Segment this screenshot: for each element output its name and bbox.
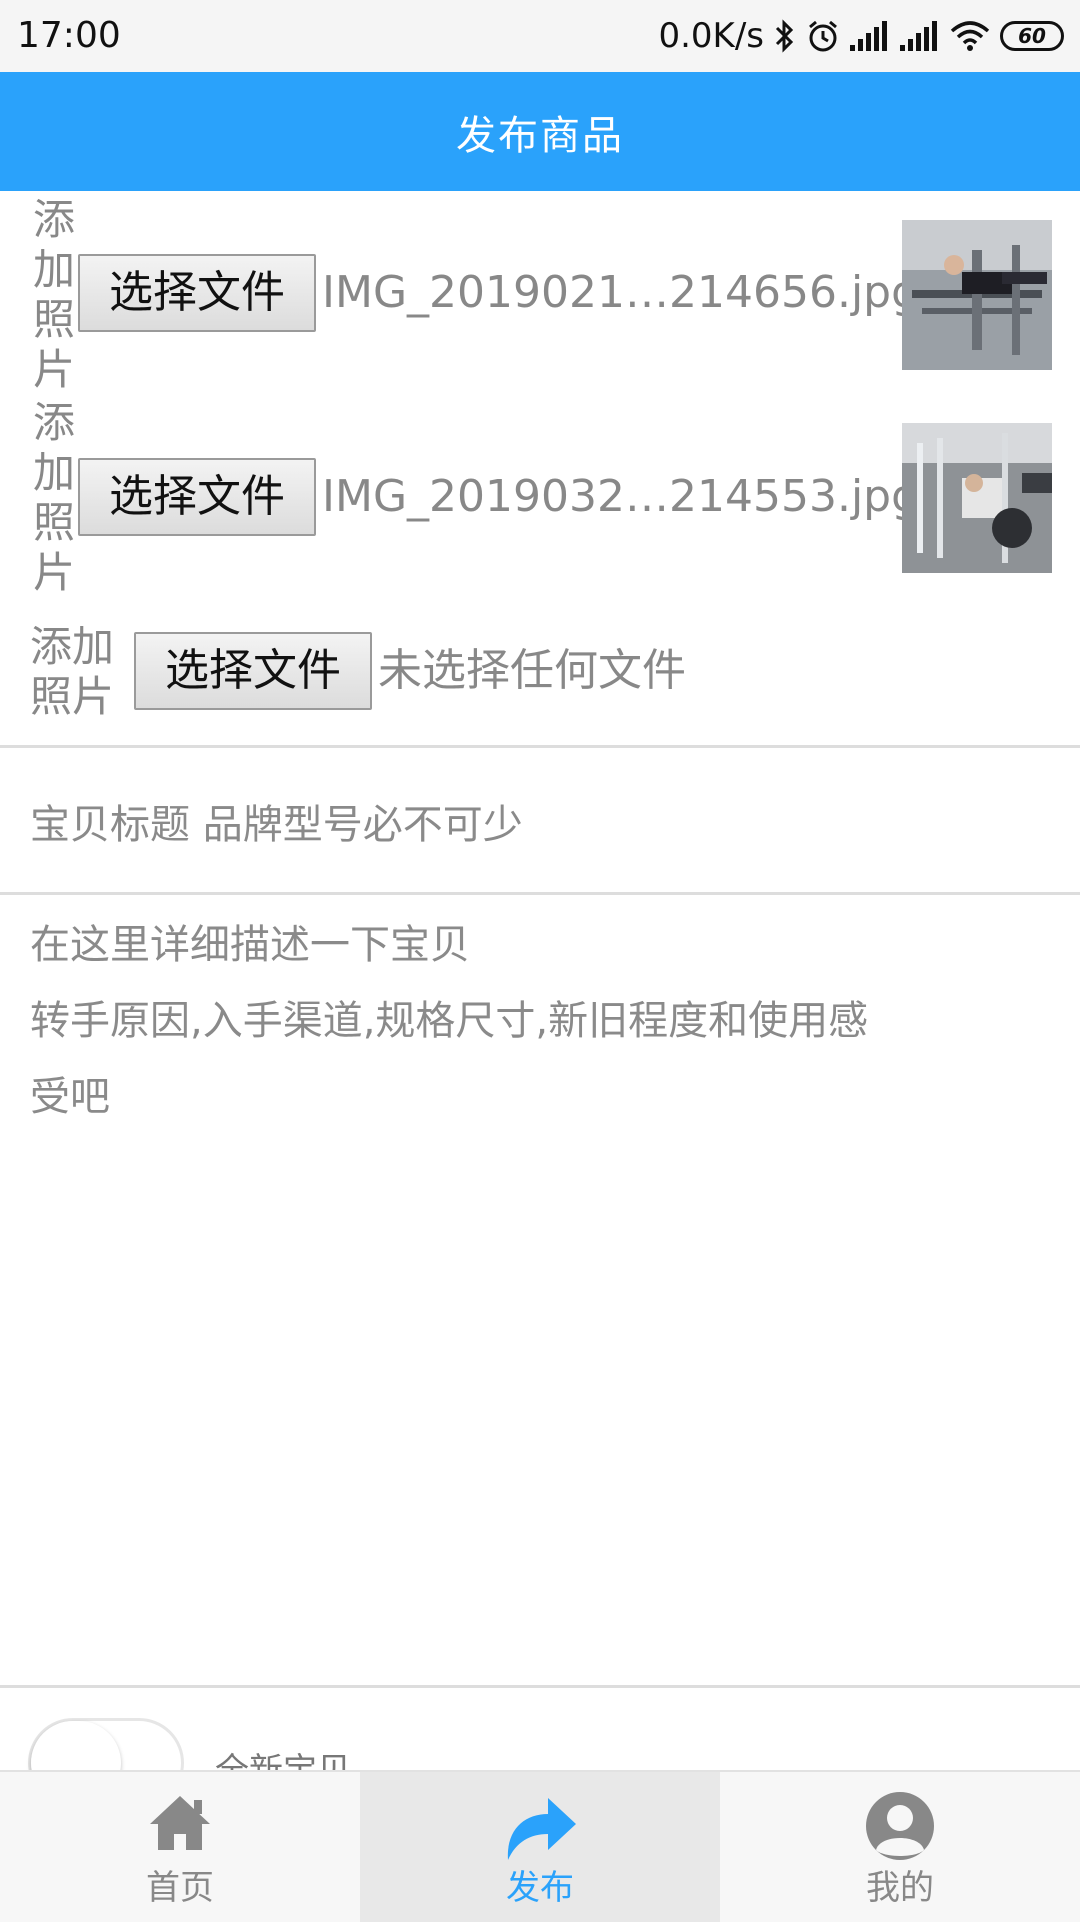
battery-icon: 60 <box>1000 21 1064 51</box>
nav-item-home[interactable]: 首页 <box>0 1772 360 1922</box>
add-photo-label: 添 加 照 片 <box>32 195 75 394</box>
status-time: 17:00 <box>17 15 121 56</box>
file-name: 未选择任何文件 <box>378 645 686 696</box>
photo-upload-row-1: 添 加 照 片 选择文件 IMG_2019021…214656.jpg <box>0 191 1080 395</box>
network-speed: 0.0K/s <box>658 16 764 56</box>
nav-label-publish: 发布 <box>506 1868 574 1908</box>
home-icon <box>150 1796 210 1850</box>
nav-label-mine: 我的 <box>866 1868 934 1908</box>
item-title-input[interactable]: 宝贝标题 品牌型号必不可少 <box>0 748 1080 892</box>
choose-file-button[interactable]: 选择文件 <box>78 458 316 536</box>
choose-file-button[interactable]: 选择文件 <box>134 632 372 710</box>
alarm-icon <box>809 20 837 52</box>
status-bar: 17:00 0.0K/s 60 <box>0 0 1080 72</box>
wifi-icon <box>950 21 990 51</box>
divider <box>0 1685 1080 1688</box>
item-description-textarea[interactable]: 在这里详细描述一下宝贝 转手原因,入手渠道,规格尺寸,新旧程度和使用感 受吧 <box>0 895 1080 1685</box>
nav-item-publish[interactable]: 发布 <box>360 1772 720 1922</box>
photo-thumbnail <box>902 423 1052 573</box>
bluetooth-icon <box>775 19 794 53</box>
nav-item-mine[interactable]: 我的 <box>720 1772 1080 1922</box>
item-description-placeholder: 在这里详细描述一下宝贝 转手原因,入手渠道,规格尺寸,新旧程度和使用感 受吧 <box>30 922 869 1120</box>
status-icons: 0.0K/s 60 <box>658 14 1064 58</box>
file-name: IMG_2019032…214553.jpg <box>322 471 920 522</box>
item-title-placeholder: 宝贝标题 品牌型号必不可少 <box>30 802 523 848</box>
photo-upload-row-2: 添 加 照 片 选择文件 IMG_2019032…214553.jpg <box>0 395 1080 600</box>
signal-icon <box>900 21 937 51</box>
nav-label-home: 首页 <box>146 1868 214 1908</box>
title-bar: 发布商品 <box>0 72 1080 191</box>
signal-icon <box>850 21 887 51</box>
file-name: IMG_2019021…214656.jpg <box>322 267 920 318</box>
page-title: 发布商品 <box>456 112 624 159</box>
add-photo-label: 添 加 照 片 <box>32 398 75 597</box>
share-arrow-icon <box>507 1798 576 1860</box>
add-photo-label: 添加 照片 <box>30 622 115 721</box>
user-icon <box>866 1792 934 1860</box>
photo-thumbnail <box>902 220 1052 370</box>
photo-upload-row-3: 添加 照片 选择文件 未选择任何文件 <box>0 600 1080 745</box>
bottom-nav: 首页 发布 我的 <box>0 1770 1080 1922</box>
choose-file-button[interactable]: 选择文件 <box>78 254 316 332</box>
